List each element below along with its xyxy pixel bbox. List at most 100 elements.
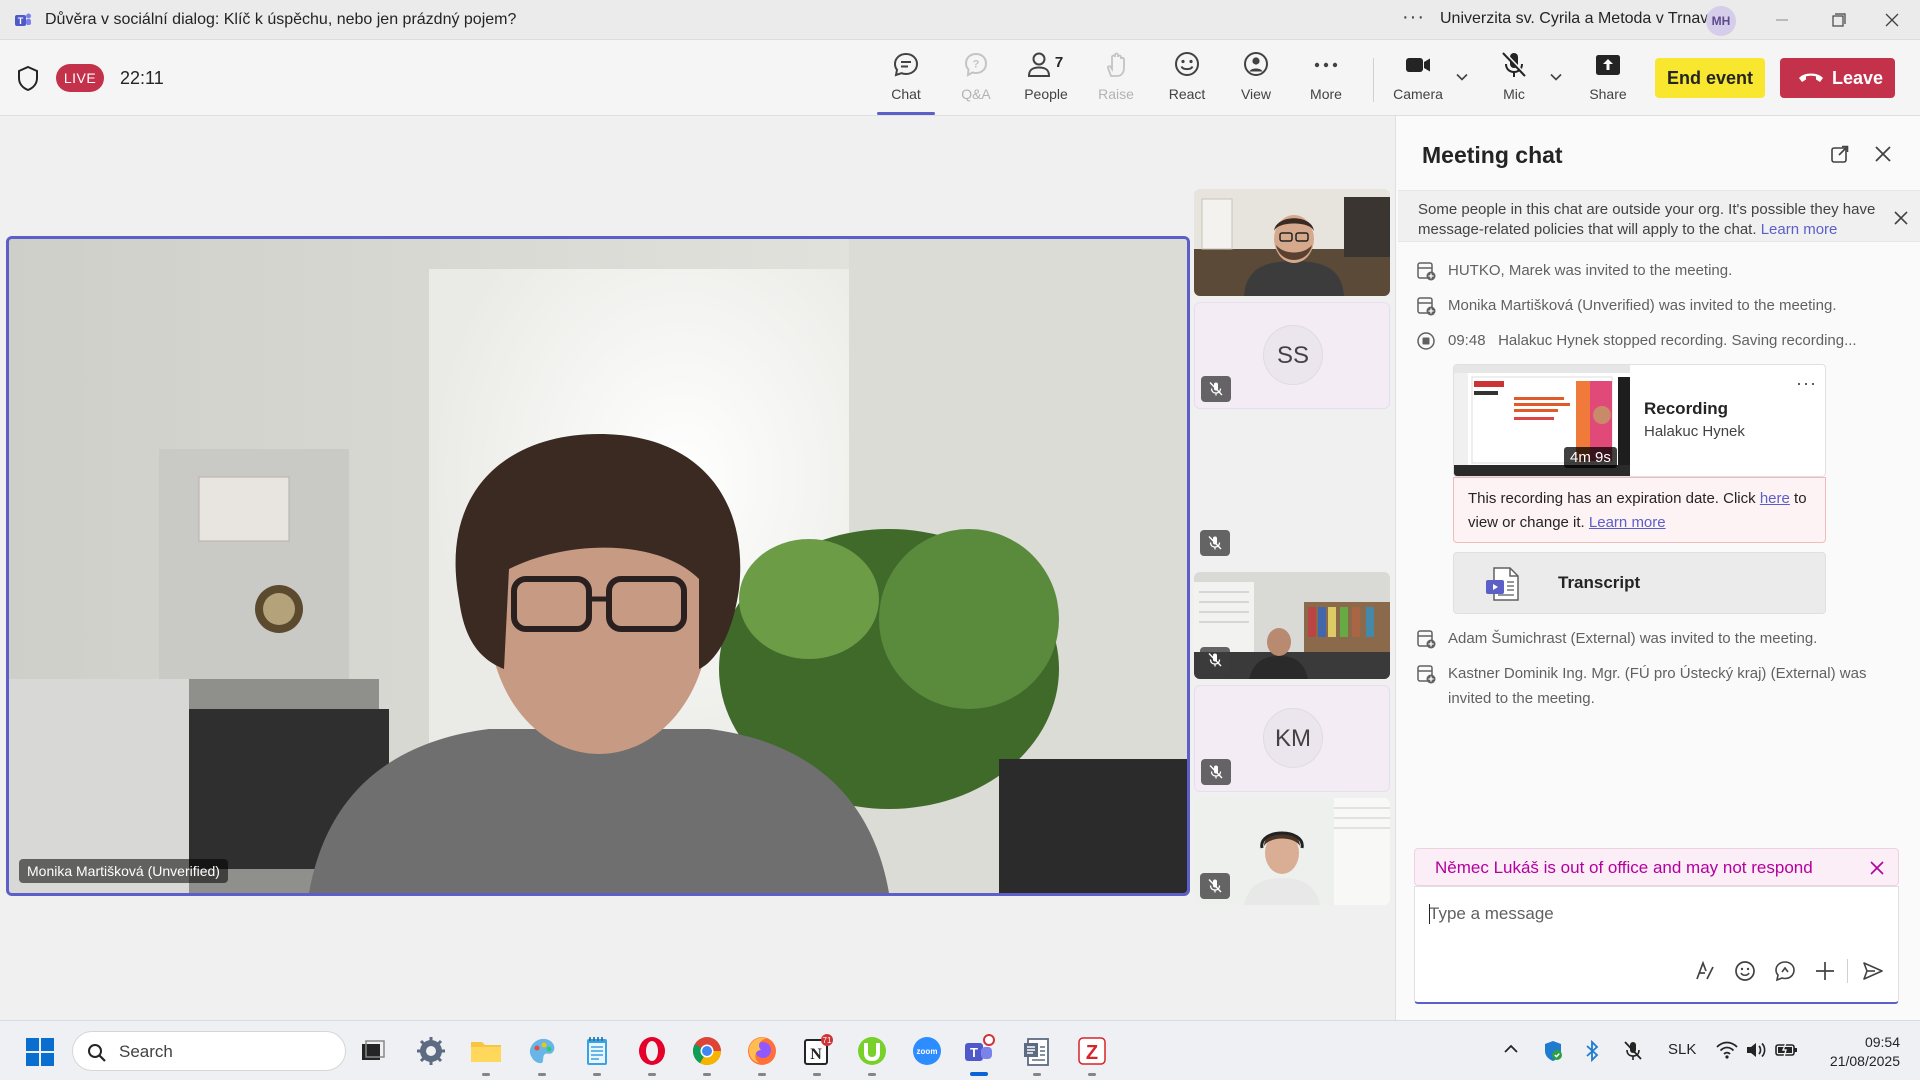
expiry-learn-more-link[interactable]: Learn more [1589, 514, 1666, 531]
running-indicator [813, 1073, 821, 1076]
task-view-icon[interactable] [356, 1034, 390, 1068]
expiry-text: This recording has an expiration date. C… [1468, 490, 1807, 531]
battery-icon[interactable] [1774, 1040, 1800, 1060]
close-icon[interactable] [1874, 145, 1892, 163]
taskbar-search-box[interactable]: Search [72, 1031, 346, 1071]
utorrent-icon[interactable] [855, 1034, 889, 1068]
chat-event-text: HUTKO, Marek was invited to the meeting. [1448, 262, 1733, 279]
running-indicator [1088, 1073, 1096, 1076]
svg-text:N: N [810, 1046, 822, 1063]
running-indicator [538, 1073, 546, 1076]
format-icon[interactable] [1693, 959, 1717, 983]
dismiss-ooo-icon[interactable] [1869, 860, 1885, 876]
zoom-icon[interactable]: zoom [910, 1034, 944, 1068]
mic-button[interactable]: Mic [1486, 50, 1542, 110]
title-more-button[interactable]: ··· [1402, 6, 1425, 29]
emoji-icon[interactable] [1733, 959, 1757, 983]
chat-button[interactable]: Chat [880, 50, 932, 110]
meeting-elapsed-time: 22:11 [120, 68, 164, 88]
out-of-office-text: Němec Lukáš is out of office and may not… [1435, 858, 1813, 877]
bluetooth-icon[interactable] [1582, 1040, 1602, 1062]
recording-stop-icon [1417, 332, 1435, 350]
recording-title: Recording [1644, 399, 1729, 418]
camera-button[interactable]: Camera [1390, 50, 1446, 110]
taskbar-clock[interactable]: 09:54 21/08/2025 [1816, 1033, 1900, 1071]
share-button[interactable]: Share [1580, 50, 1636, 110]
raise-label: Raise [1098, 86, 1134, 102]
participant-tile[interactable] [1194, 189, 1390, 296]
message-input[interactable] [1429, 901, 1879, 927]
shield-icon[interactable] [17, 65, 39, 91]
paint-icon[interactable] [525, 1034, 559, 1068]
expiry-here-link[interactable]: here [1760, 490, 1790, 507]
z-app-icon[interactable]: Z [1075, 1034, 1109, 1068]
chevron-up-icon[interactable] [1502, 1040, 1520, 1058]
user-avatar[interactable]: MH [1706, 6, 1736, 36]
notepad-icon[interactable] [580, 1034, 614, 1068]
mic-muted-tray-icon[interactable] [1622, 1040, 1644, 1062]
mic-off-icon [1209, 765, 1223, 779]
out-of-office-banner: Němec Lukáš is out of office and may not… [1414, 848, 1899, 886]
participant-tile[interactable] [1194, 798, 1390, 905]
org-name[interactable]: Univerzita sv. Cyrila a Metoda v Trnave [1440, 10, 1717, 28]
mic-off-icon [1208, 536, 1222, 550]
learn-more-link[interactable]: Learn more [1761, 221, 1838, 238]
chat-event-text: 09:48 Halakuc Hynek stopped recording. S… [1448, 328, 1878, 353]
end-event-button[interactable]: End event [1655, 58, 1765, 98]
leave-button[interactable]: Leave [1780, 58, 1895, 98]
mic-options-chevron-icon[interactable] [1549, 70, 1563, 84]
mic-off-icon [1208, 653, 1222, 667]
minimize-icon[interactable] [1762, 6, 1802, 34]
restore-icon[interactable] [1818, 6, 1858, 34]
window-close-icon[interactable] [1872, 6, 1912, 34]
opera-icon[interactable] [635, 1034, 669, 1068]
participant-tile[interactable] [1194, 572, 1390, 679]
people-count: 7 [1055, 54, 1063, 71]
invite-icon [1417, 262, 1436, 281]
keyboard-language[interactable]: SLK [1668, 1041, 1696, 1058]
pop-out-icon[interactable] [1830, 144, 1850, 164]
loop-component-icon[interactable] [1773, 959, 1797, 983]
transcript-card[interactable]: Transcript [1453, 552, 1826, 614]
chat-icon [893, 52, 919, 77]
firefox-icon[interactable] [745, 1034, 779, 1068]
running-indicator [593, 1073, 601, 1076]
more-dots-icon [1314, 62, 1338, 68]
window-title-bar: T Důvěra v sociální dialog: Klíč k úspěc… [0, 0, 1920, 40]
chrome-icon[interactable] [690, 1034, 724, 1068]
send-icon[interactable] [1861, 959, 1885, 983]
camera-options-chevron-icon[interactable] [1455, 70, 1469, 84]
qa-icon: ? [964, 52, 988, 77]
qa-label: Q&A [961, 86, 991, 102]
wifi-icon[interactable] [1716, 1040, 1738, 1060]
qa-button[interactable]: ? Q&A [952, 50, 1000, 110]
people-button[interactable]: 7 People [1020, 50, 1072, 110]
view-button[interactable]: View [1230, 50, 1282, 110]
volume-icon[interactable] [1745, 1040, 1767, 1060]
window-title: Důvěra v sociální dialog: Klíč k úspěchu… [45, 11, 517, 28]
participant-initials: SS [1263, 325, 1323, 385]
raise-hand-button[interactable]: Raise [1090, 50, 1142, 110]
security-shield-icon[interactable] [1542, 1040, 1564, 1062]
recording-card[interactable]: 4m 9s Recording Halakuc Hynek ··· [1453, 364, 1826, 477]
settings-icon[interactable] [414, 1034, 448, 1068]
react-button[interactable]: React [1161, 50, 1213, 110]
main-video-tile[interactable]: Monika Martišková (Unverified) [6, 236, 1190, 896]
notion-badge-count: 71 [823, 1036, 832, 1045]
add-icon[interactable] [1813, 959, 1837, 983]
participant-tile[interactable]: KM [1194, 685, 1390, 792]
chat-active-indicator [877, 112, 935, 115]
running-indicator [482, 1073, 490, 1076]
dismiss-banner-icon[interactable] [1893, 210, 1909, 226]
people-icon: 7 [1027, 52, 1063, 77]
more-button[interactable]: More [1300, 50, 1352, 110]
document-app-icon[interactable] [1020, 1034, 1054, 1068]
participant-initials: KM [1263, 708, 1323, 768]
windows-start-icon[interactable] [26, 1038, 54, 1066]
teams-icon[interactable]: T [962, 1034, 996, 1068]
recording-more-button[interactable]: ··· [1796, 373, 1817, 394]
file-explorer-icon[interactable] [469, 1034, 503, 1068]
mic-off-icon [1209, 382, 1223, 396]
notion-icon[interactable]: N71 [800, 1034, 834, 1068]
participant-tile[interactable]: SS [1194, 302, 1390, 409]
